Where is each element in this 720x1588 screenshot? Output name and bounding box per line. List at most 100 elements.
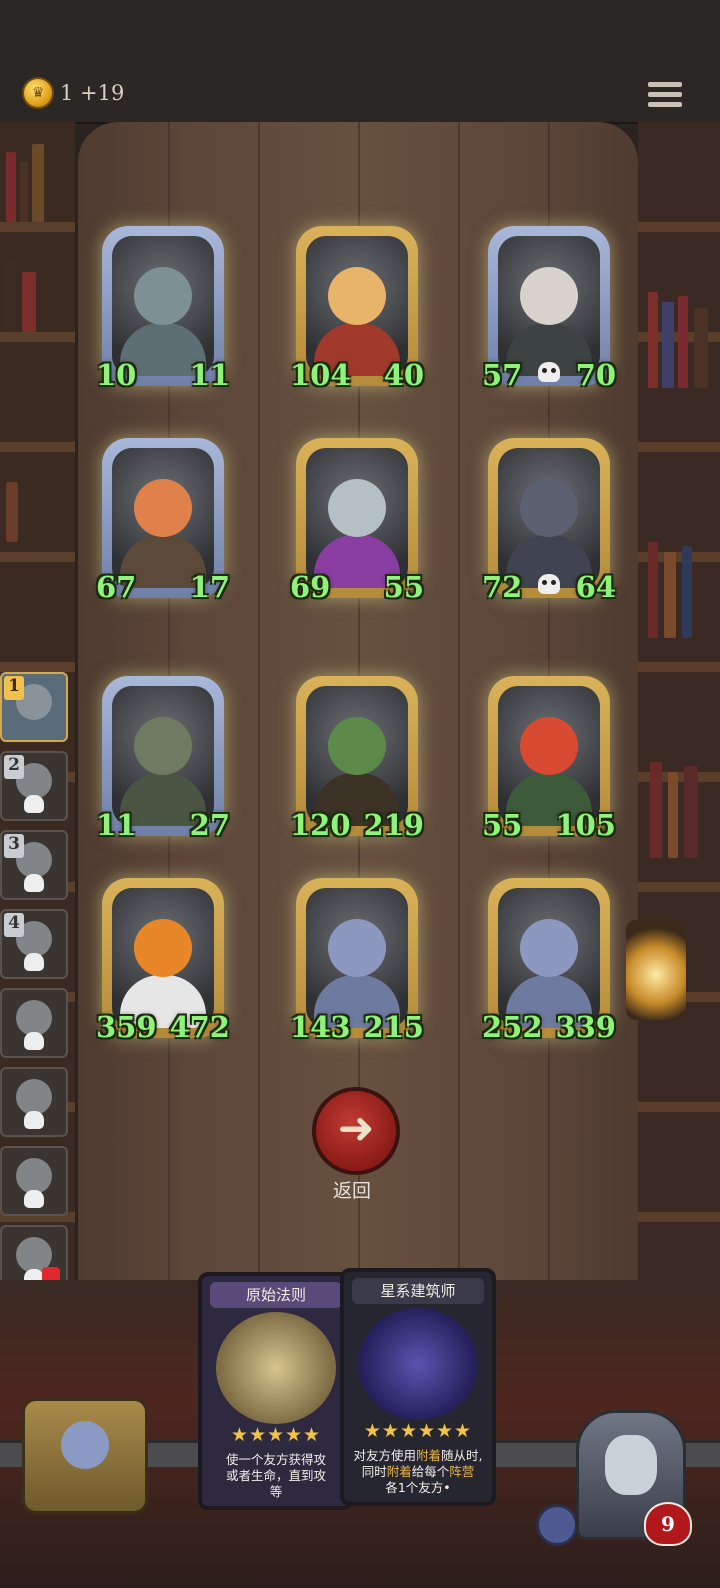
skull-icon: [538, 574, 560, 594]
minion-face: [328, 478, 386, 537]
desc-line: 各1个友方•: [385, 1480, 451, 1495]
opponent-avatar: [16, 1079, 52, 1115]
attack-value: 67: [96, 570, 137, 604]
opponent-slot[interactable]: [0, 988, 68, 1058]
hand-card-stars: ★★★★★★: [363, 1420, 473, 1442]
rank-badge: 1: [4, 676, 24, 700]
player-hero-portrait[interactable]: [22, 1398, 148, 1514]
skull-icon: [24, 874, 44, 892]
skull-icon: [24, 795, 44, 813]
attack-value: 359: [96, 1010, 157, 1044]
minion-portrait: [498, 448, 600, 588]
attack-value: 11: [96, 808, 137, 842]
minion-card[interactable]: 10 11: [96, 226, 230, 392]
opponent-slot[interactable]: 1: [0, 672, 68, 742]
minion-portrait: [112, 448, 214, 588]
minion-card[interactable]: 252 339: [482, 878, 616, 1044]
health-value: 339: [555, 1010, 616, 1044]
minion-card[interactable]: 143 215: [290, 878, 424, 1044]
minion-face: [520, 918, 578, 977]
minion-portrait: [498, 686, 600, 826]
rank-badge: 4: [4, 913, 24, 937]
shield-icon: [536, 1504, 578, 1546]
minion-portrait: [112, 888, 214, 1028]
minion-face: [328, 716, 386, 775]
hand-card[interactable]: 星系建筑师 ★★★★★★ 对友方使用附着随从时, 同时附着给每个阵营 各1个友方…: [340, 1268, 496, 1506]
minion-card[interactable]: 67 17: [96, 438, 230, 604]
skull-icon: [24, 953, 44, 971]
opponent-avatar: [16, 1000, 52, 1036]
desc-line: 对友方使用附着随从时,: [353, 1448, 483, 1463]
minion-face: [520, 478, 578, 537]
skull-icon: [24, 1032, 44, 1050]
minion-card[interactable]: 57 70: [482, 226, 616, 392]
desc-line: 或者生命，直到攻: [225, 1468, 326, 1483]
minion-portrait: [306, 236, 408, 376]
hand-card-stars: ★★★★★: [230, 1424, 322, 1446]
skull-icon: [24, 1190, 44, 1208]
back-label: 返回: [332, 1180, 371, 1202]
rank-badge: 3: [4, 834, 24, 858]
attack-value: 55: [482, 808, 523, 842]
health-value: 55: [383, 570, 424, 604]
minion-portrait: [498, 236, 600, 376]
minion-face: [134, 716, 192, 775]
minion-card[interactable]: 69 55: [290, 438, 424, 604]
opponent-slot[interactable]: 3: [0, 830, 68, 900]
minion-card[interactable]: 11 27: [96, 676, 230, 842]
desc-line: 同时附着给每个阵营: [361, 1464, 475, 1479]
health-value: 11: [189, 358, 230, 392]
minion-face: [134, 918, 192, 977]
hero-face: [61, 1421, 109, 1469]
menu-bar: [648, 92, 682, 97]
skull-icon: [24, 1111, 44, 1129]
minion-card[interactable]: 359 472: [96, 878, 230, 1044]
top-bar: ♛ 1 +19: [0, 0, 720, 124]
attack-value: 104: [290, 358, 351, 392]
bookshelf-right: [638, 122, 720, 1282]
health-value: 64: [575, 570, 616, 604]
minion-portrait: [306, 686, 408, 826]
menu-button[interactable]: [648, 82, 682, 114]
arrow-left-icon: ➜: [337, 1103, 375, 1154]
desc-line: 等: [269, 1484, 283, 1499]
health-value: 105: [555, 808, 616, 842]
heart-icon: 9: [644, 1502, 692, 1546]
minion-portrait: [306, 888, 408, 1028]
opponent-slot[interactable]: [0, 1146, 68, 1216]
back-button[interactable]: ➜: [312, 1087, 400, 1175]
attack-value: 10: [96, 358, 137, 392]
desc-line: 使一个友方获得攻: [225, 1452, 326, 1467]
minion-face: [520, 266, 578, 325]
health-value: 40: [383, 358, 424, 392]
minion-face: [520, 716, 578, 775]
hand-card-description: 对友方使用附着随从时, 同时附着给每个阵营 各1个友方•: [350, 1448, 486, 1500]
coin-value: 1 +19: [60, 81, 125, 105]
hand-card-title: 原始法则: [210, 1282, 342, 1308]
opponent-slot[interactable]: 2: [0, 751, 68, 821]
opponent-slot[interactable]: [0, 1067, 68, 1137]
health-value: 219: [363, 808, 424, 842]
minion-portrait: [498, 888, 600, 1028]
minion-card[interactable]: 72 64: [482, 438, 616, 604]
opponent-avatar: [16, 1158, 52, 1194]
hero-face: [605, 1435, 657, 1495]
player-health: 9: [661, 1512, 675, 1536]
minion-portrait: [112, 236, 214, 376]
hand-card-art: [216, 1312, 336, 1424]
hand-card[interactable]: 原始法则 ★★★★★ 使一个友方获得攻 或者生命，直到攻 等: [198, 1272, 354, 1510]
attack-value: 143: [290, 1010, 351, 1044]
attack-value: 57: [482, 358, 523, 392]
menu-bar: [648, 82, 682, 87]
attack-value: 72: [482, 570, 523, 604]
attack-value: 69: [290, 570, 331, 604]
opponent-sidebar: 1 2 3 4: [0, 672, 70, 1304]
minion-card[interactable]: 120 219: [290, 676, 424, 842]
hand-card-art: [358, 1308, 478, 1420]
minion-card[interactable]: 104 40: [290, 226, 424, 392]
minion-card[interactable]: 55 105: [482, 676, 616, 842]
health-value: 27: [189, 808, 230, 842]
opponent-slot[interactable]: 4: [0, 909, 68, 979]
health-value: 70: [575, 358, 616, 392]
hand-card-description: 使一个友方获得攻 或者生命，直到攻 等: [208, 1452, 344, 1504]
